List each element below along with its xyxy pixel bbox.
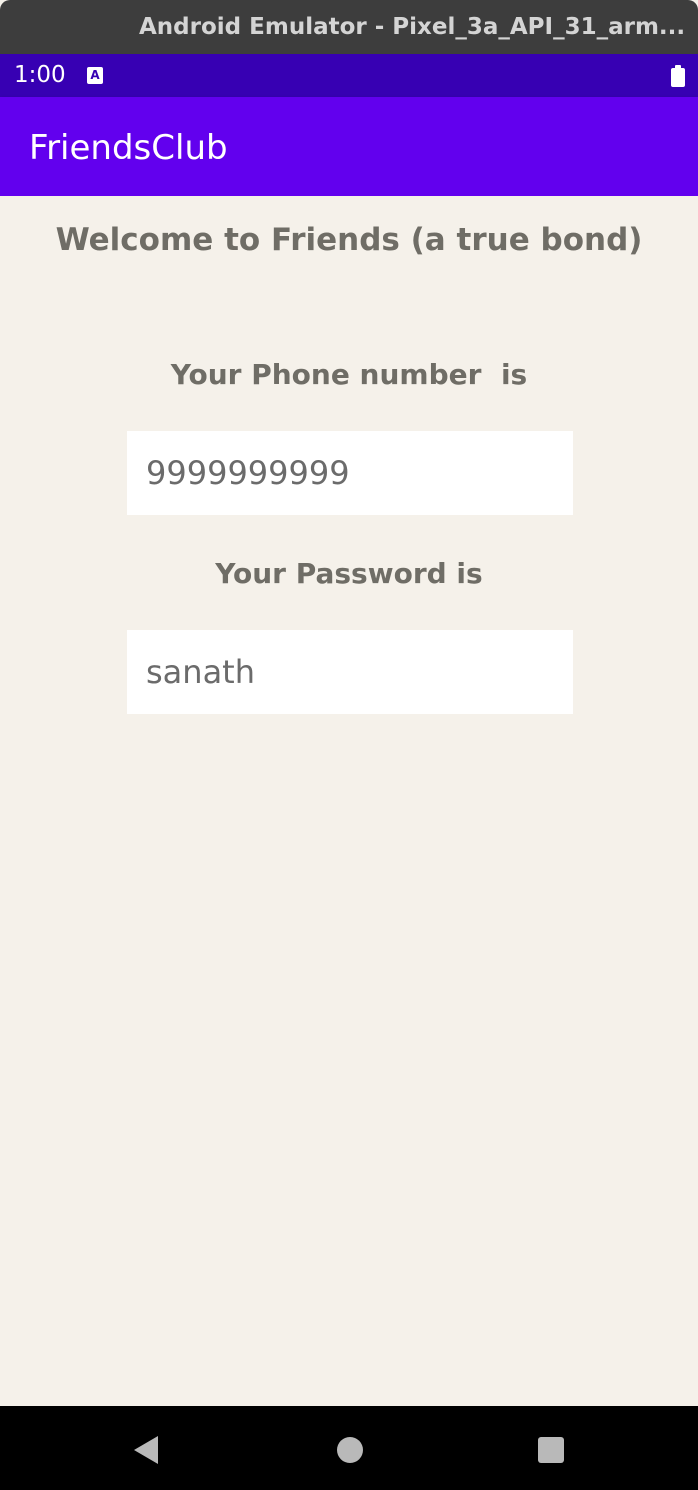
notification-a-icon: A [87, 67, 103, 84]
recents-icon[interactable] [538, 1437, 564, 1463]
phone-label: Your Phone number is [170, 358, 528, 391]
emulator-title-bar: Android Emulator - Pixel_3a_API_31_arm..… [0, 0, 698, 54]
password-field[interactable]: sanath [127, 630, 573, 714]
emulator-title: Android Emulator - Pixel_3a_API_31_arm..… [139, 14, 686, 40]
app-bar: FriendsClub [0, 97, 698, 196]
password-label: Your Password is [215, 557, 483, 590]
home-icon[interactable] [337, 1437, 363, 1463]
battery-icon [671, 65, 685, 87]
main-content: Welcome to Friends (a true bond) Your Ph… [0, 196, 698, 1406]
welcome-heading: Welcome to Friends (a true bond) [55, 222, 643, 258]
phone-field[interactable]: 9999999999 [127, 431, 573, 515]
phone-value: 9999999999 [146, 454, 350, 492]
status-time: 1:00 [14, 62, 66, 88]
status-bar: 1:00 A [0, 54, 698, 97]
back-icon[interactable] [134, 1436, 158, 1464]
emulator-window: Android Emulator - Pixel_3a_API_31_arm..… [0, 0, 698, 1490]
app-title: FriendsClub [29, 128, 228, 168]
navigation-bar [0, 1406, 698, 1490]
password-value: sanath [146, 653, 255, 691]
